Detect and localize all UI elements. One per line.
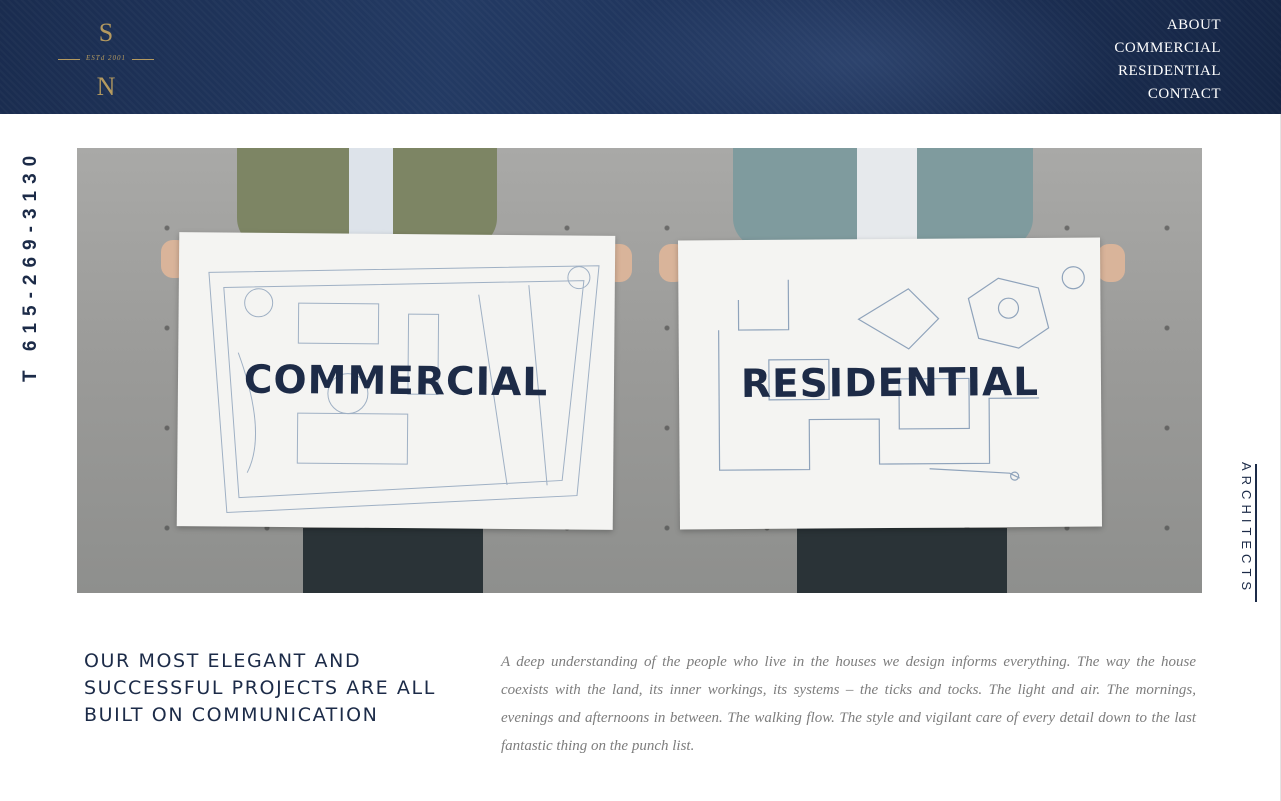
right-person-legs [797,528,1007,593]
hero-image: COMMERCIAL RESIDENTIAL [77,148,1202,593]
logo[interactable]: S ESTd 2001 N [58,18,154,102]
main-nav: ABOUT COMMERCIAL RESIDENTIAL CONTACT [1114,14,1221,106]
architects-bar [1255,464,1257,602]
section-body: A deep understanding of the people who l… [501,654,1196,754]
left-person-legs [303,528,483,593]
nav-commercial[interactable]: COMMERCIAL [1114,37,1221,60]
architects-label: ARCHITECTS [1239,462,1254,596]
logo-established: ESTd 2001 [86,54,126,62]
header-texture [600,0,1120,114]
commercial-panel[interactable]: COMMERCIAL [176,232,616,530]
site-header: S ESTd 2001 N ABOUT COMMERCIAL RESIDENTI… [0,0,1281,114]
right-person-shirt [857,148,917,248]
architects-tag: ARCHITECTS [1234,462,1260,602]
nav-contact[interactable]: CONTACT [1114,83,1221,106]
logo-letter-n: N [96,72,116,101]
section-headline: OUR MOST ELEGANT AND SUCCESSFUL PROJECTS… [84,650,436,726]
nav-about[interactable]: ABOUT [1114,14,1221,37]
commercial-title[interactable]: COMMERCIAL [244,357,549,405]
hand [1097,244,1125,282]
nav-residential[interactable]: RESIDENTIAL [1114,60,1221,83]
residential-panel[interactable]: RESIDENTIAL [677,237,1103,530]
phone-number[interactable]: T 615-269-3130 [20,149,42,382]
logo-rule-right [132,59,154,60]
logo-letter-s: S [98,18,114,47]
residential-title[interactable]: RESIDENTIAL [741,360,1039,407]
